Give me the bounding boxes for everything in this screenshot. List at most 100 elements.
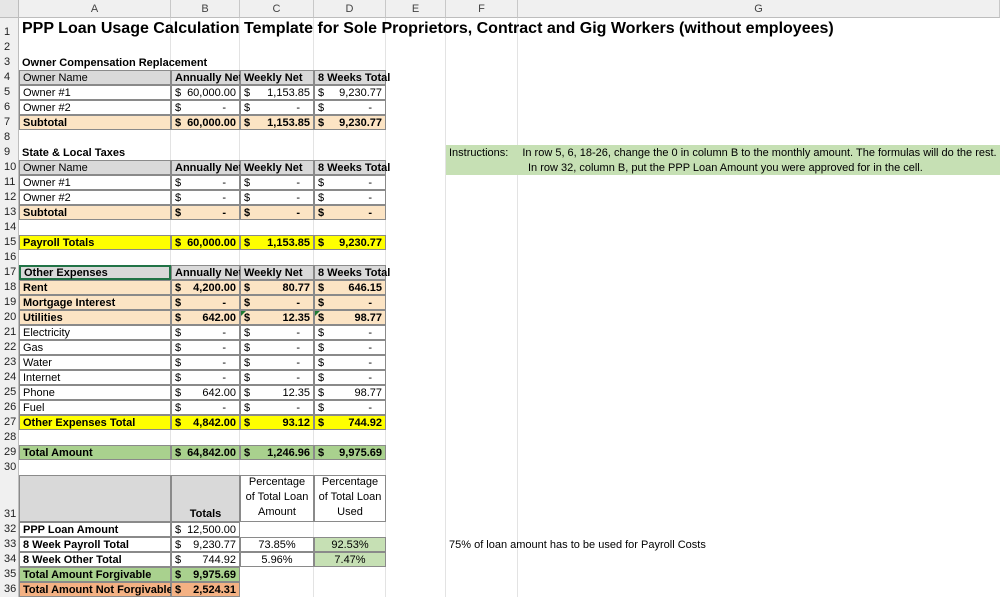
other-header-weekly[interactable]: Weekly Net	[240, 265, 314, 280]
row-header[interactable]: 28	[0, 430, 19, 445]
owner-comp-subtotal-label[interactable]: Subtotal	[19, 115, 171, 130]
expense-label[interactable]: Water	[19, 355, 171, 370]
total-amount-8weeks[interactable]: $9,975.69	[314, 445, 386, 460]
row-header[interactable]: 1	[0, 18, 19, 40]
owner2-label[interactable]: Owner #2	[19, 100, 171, 115]
total-amount-weekly[interactable]: $1,246.96	[240, 445, 314, 460]
expense-d-value-cell[interactable]: $98.77	[314, 310, 386, 325]
summary-header-pct-loan[interactable]: Percentage of Total Loan Amount	[240, 475, 314, 522]
row-header[interactable]: 14	[0, 220, 19, 235]
owner-comp-subtotal-8weeks[interactable]: $9,230.77	[314, 115, 386, 130]
row-header[interactable]: 5	[0, 85, 19, 100]
taxes-subtotal-weekly[interactable]: $ -	[240, 205, 314, 220]
week8-payroll-pct-used[interactable]: 92.53%	[314, 537, 386, 552]
col-label-owner-name[interactable]: Owner Name	[19, 70, 171, 85]
row-header[interactable]: 29	[0, 445, 19, 460]
taxes-col-label[interactable]: Owner Name	[19, 160, 171, 175]
expense-d-value-cell[interactable]: $ -	[314, 370, 386, 385]
expense-label[interactable]: Electricity	[19, 325, 171, 340]
expense-d-value-cell[interactable]: $ -	[314, 295, 386, 310]
tax-owner2-weekly[interactable]: $ -	[240, 190, 314, 205]
row-header[interactable]: 19	[0, 295, 19, 310]
tax-owner1-annual[interactable]: $ -	[171, 175, 240, 190]
row-header[interactable]: 32	[0, 522, 19, 537]
row-header[interactable]: 35	[0, 567, 19, 582]
taxes-subtotal-8weeks[interactable]: $ -	[314, 205, 386, 220]
summary-header-blank[interactable]	[19, 475, 171, 522]
row-header[interactable]: 33	[0, 537, 19, 552]
expense-d-value-cell[interactable]: $98.77	[314, 385, 386, 400]
tax-owner1-label[interactable]: Owner #1	[19, 175, 171, 190]
expense-c-value-cell[interactable]: $80.77	[240, 280, 314, 295]
expense-label[interactable]: Mortgage Interest	[19, 295, 171, 310]
row-header[interactable]: 36	[0, 582, 19, 597]
owner1-weekly[interactable]: $1,153.85	[240, 85, 314, 100]
owner1-annual[interactable]: $60,000.00	[171, 85, 240, 100]
row-header[interactable]: 6	[0, 100, 19, 115]
row-header[interactable]: 20	[0, 310, 19, 325]
row-header[interactable]: 12	[0, 190, 19, 205]
other-header-annually[interactable]: Annually Net	[171, 265, 242, 280]
header-annually-net[interactable]: Annually Net	[171, 70, 242, 85]
forgivable-amount[interactable]: $9,975.69	[171, 567, 240, 582]
summary-header-totals[interactable]: Totals	[171, 475, 240, 522]
row-header[interactable]: 25	[0, 385, 19, 400]
expense-b-value-cell[interactable]: $ -	[171, 295, 240, 310]
expense-d-value-cell[interactable]: $ -	[314, 325, 386, 340]
expense-b-value-cell[interactable]: $ -	[171, 400, 240, 415]
row-header[interactable]: 11	[0, 175, 19, 190]
owner2-annual[interactable]: $ -	[171, 100, 240, 115]
expense-c-value-cell[interactable]: $ -	[240, 400, 314, 415]
column-header-g[interactable]: G	[518, 0, 1000, 18]
column-header-f[interactable]: F	[446, 0, 518, 18]
expense-b-value-cell[interactable]: $ -	[171, 325, 240, 340]
column-header-c[interactable]: C	[240, 0, 314, 18]
owner-comp-subtotal-annual[interactable]: $60,000.00	[171, 115, 240, 130]
owner-comp-subtotal-weekly[interactable]: $1,153.85	[240, 115, 314, 130]
tax-owner2-label[interactable]: Owner #2	[19, 190, 171, 205]
column-header-b[interactable]: B	[171, 0, 240, 18]
taxes-subtotal-label[interactable]: Subtotal	[19, 205, 171, 220]
column-header-d[interactable]: D	[314, 0, 386, 18]
expense-c-value-cell[interactable]: $ -	[240, 370, 314, 385]
payroll-totals-label[interactable]: Payroll Totals	[19, 235, 171, 250]
taxes-header-8weeks[interactable]: 8 Weeks Total	[314, 160, 390, 175]
expense-c-value-cell[interactable]: $ -	[240, 355, 314, 370]
header-8-weeks-total[interactable]: 8 Weeks Total	[314, 70, 390, 85]
expense-b-value-cell[interactable]: $ -	[171, 340, 240, 355]
row-header[interactable]: 31	[0, 475, 19, 522]
expense-d-value-cell[interactable]: $ -	[314, 400, 386, 415]
expense-d-value-cell[interactable]: $ -	[314, 340, 386, 355]
row-header[interactable]: 7	[0, 115, 19, 130]
summary-header-pct-used[interactable]: Percentage of Total Loan Used	[314, 475, 386, 522]
week8-other-total[interactable]: $744.92	[171, 552, 240, 567]
payroll-totals-weekly[interactable]: $1,153.85	[240, 235, 314, 250]
week8-other-pct-used[interactable]: 7.47%	[314, 552, 386, 567]
row-header[interactable]: 4	[0, 70, 19, 85]
row-header[interactable]: 18	[0, 280, 19, 295]
row-header[interactable]: 22	[0, 340, 19, 355]
section-taxes[interactable]: State & Local Taxes	[19, 145, 128, 160]
taxes-subtotal-annual[interactable]: $ -	[171, 205, 240, 220]
row-header[interactable]: 10	[0, 160, 19, 175]
other-header-8weeks[interactable]: 8 Weeks Total	[314, 265, 390, 280]
row-header[interactable]: 34	[0, 552, 19, 567]
week8-payroll-pct-loan[interactable]: 73.85%	[240, 537, 314, 552]
week8-payroll-total[interactable]: $9,230.77	[171, 537, 240, 552]
row-header[interactable]: 17	[0, 265, 19, 280]
week8-other-label[interactable]: 8 Week Other Total	[19, 552, 171, 567]
tax-owner1-weekly[interactable]: $ -	[240, 175, 314, 190]
header-weekly-net[interactable]: Weekly Net	[240, 70, 314, 85]
expense-label[interactable]: Internet	[19, 370, 171, 385]
row-header[interactable]: 8	[0, 130, 19, 145]
expense-c-value-cell[interactable]: $ -	[240, 295, 314, 310]
expense-label[interactable]: Phone	[19, 385, 171, 400]
taxes-header-annually[interactable]: Annually Net	[171, 160, 242, 175]
column-header-e[interactable]: E	[386, 0, 446, 18]
forgivable-label[interactable]: Total Amount Forgivable	[19, 567, 171, 582]
payroll-totals-8weeks[interactable]: $9,230.77	[314, 235, 386, 250]
sheet-title[interactable]: PPP Loan Usage Calculation Template for …	[19, 18, 837, 40]
row-header[interactable]: 21	[0, 325, 19, 340]
expense-c-value-cell[interactable]: $ -	[240, 325, 314, 340]
select-all-corner[interactable]	[0, 0, 19, 18]
